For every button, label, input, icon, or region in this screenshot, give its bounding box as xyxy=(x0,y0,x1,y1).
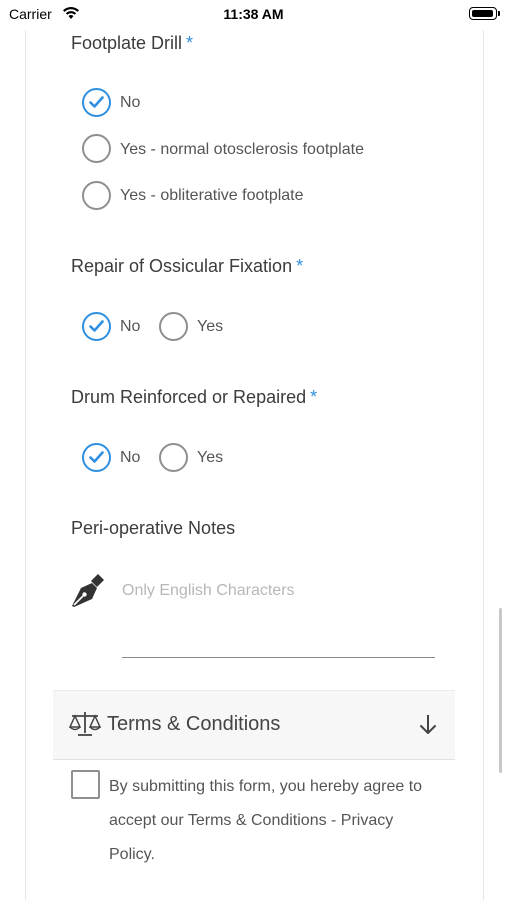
ossicular-fixation-yes-label: Yes xyxy=(197,318,224,335)
drum-reinforced-yes-label: Yes xyxy=(197,449,224,466)
ossicular-fixation-label: Repair of Ossicular Fixation * xyxy=(71,256,304,276)
ossicular-fixation-yes-radio[interactable] xyxy=(159,312,188,341)
battery-icon xyxy=(469,7,500,20)
footplate-drill-label: Footplate Drill * xyxy=(71,33,194,53)
drum-reinforced-no-label: No xyxy=(120,449,141,466)
footplate-drill-obliterative-label: Yes - obliterative footplate xyxy=(120,187,304,204)
footplate-drill-no-radio[interactable] xyxy=(82,88,111,117)
notes-label: Peri-operative Notes xyxy=(71,518,236,538)
footplate-drill-obliterative-radio[interactable] xyxy=(82,181,111,210)
footplate-drill-normal-label: Yes - normal otosclerosis footplate xyxy=(120,141,364,158)
pen-nib-icon xyxy=(70,572,106,613)
terms-accordion-header[interactable]: Terms & Conditions xyxy=(53,690,455,760)
notes-input[interactable]: Only English Characters xyxy=(122,582,295,600)
drum-reinforced-label: Drum Reinforced or Repaired * xyxy=(71,387,318,407)
scale-icon xyxy=(68,711,102,742)
footplate-drill-no-label: No xyxy=(120,94,141,111)
agree-checkbox[interactable] xyxy=(71,770,100,799)
drum-reinforced-yes-radio[interactable] xyxy=(159,443,188,472)
ossicular-fixation-no-radio[interactable] xyxy=(82,312,111,341)
arrow-down-icon[interactable] xyxy=(419,714,437,741)
clock: 11:38 AM xyxy=(223,6,284,22)
drum-reinforced-no-radio[interactable] xyxy=(82,443,111,472)
status-bar: Carrier 11:38 AM xyxy=(0,0,507,30)
footplate-drill-normal-radio[interactable] xyxy=(82,134,111,163)
scrollbar[interactable] xyxy=(499,608,502,773)
ossicular-fixation-no-label: No xyxy=(120,318,141,335)
notes-input-underline xyxy=(122,657,435,658)
agree-text[interactable]: By submitting this form, you hereby agre… xyxy=(109,770,439,872)
terms-title: Terms & Conditions xyxy=(107,713,281,735)
